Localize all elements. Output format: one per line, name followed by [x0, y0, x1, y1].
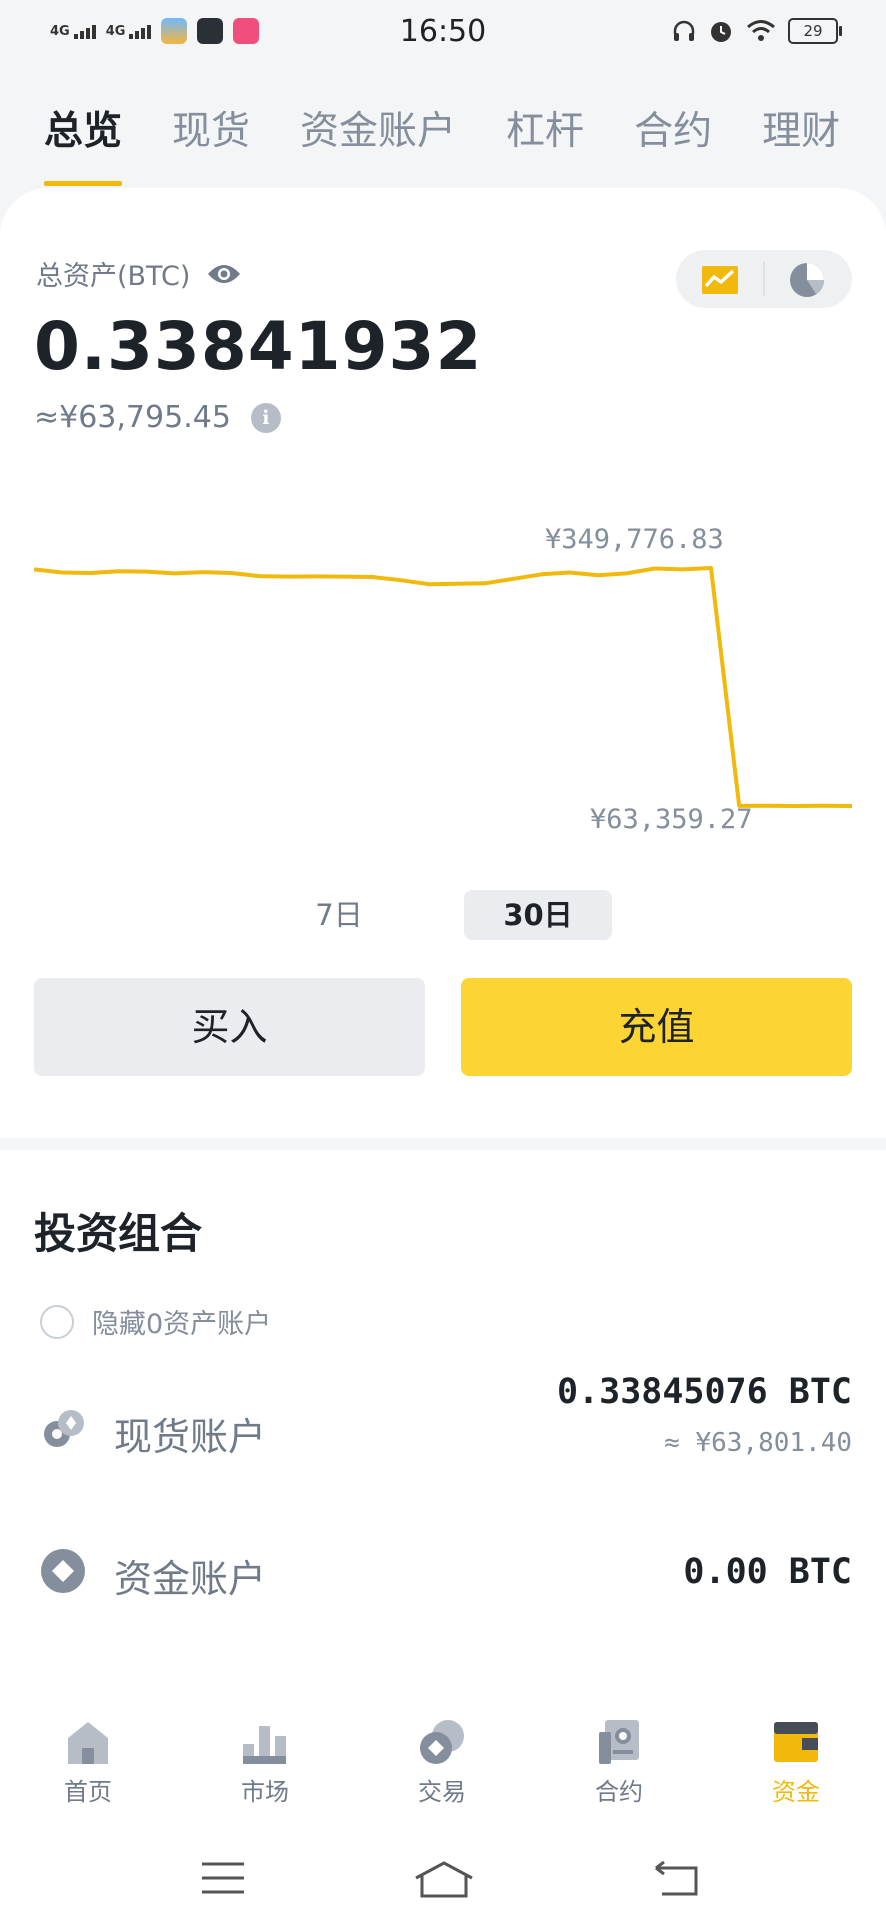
nav-wallet[interactable]: 资金: [736, 1718, 856, 1807]
total-assets-text: 总资产(BTC): [36, 261, 191, 292]
asset-value-line: [33, 566, 853, 808]
alarm-icon: [711, 22, 731, 42]
account-row-funding[interactable]: 资金账户 0.00 BTC: [0, 1530, 886, 1630]
spot-account-icon: [44, 1410, 84, 1447]
total-fiat-value: ≈¥63,795.45 i: [34, 400, 281, 435]
info-icon[interactable]: i: [250, 402, 281, 433]
nav-trade-label: 交易: [418, 1778, 466, 1806]
period-7d-button[interactable]: 7日: [265, 890, 413, 940]
deposit-button[interactable]: 充值: [461, 978, 852, 1076]
total-btc-amount: 0.33841932: [34, 308, 483, 385]
line-chart-icon[interactable]: [700, 264, 740, 296]
nav-market-label: 市场: [241, 1778, 289, 1806]
nav-wallet-label: 资金: [772, 1778, 820, 1806]
home-icon: [68, 1722, 108, 1764]
chart-max-label: ¥349,776.83: [545, 524, 724, 555]
nav-futures[interactable]: 合约: [559, 1718, 679, 1807]
funding-account-icon: [41, 1549, 85, 1593]
futures-icon: [599, 1720, 639, 1764]
funding-account-value: 0.00 BTC: [683, 1552, 852, 1592]
spot-account-fiat: ≈ ¥63,801.40: [664, 1428, 852, 1458]
account-row-spot[interactable]: 现货账户 0.33845076 BTC ≈ ¥63,801.40: [0, 1370, 886, 1490]
tab-spot[interactable]: 现货: [172, 100, 250, 186]
nav-trade[interactable]: 交易: [382, 1718, 502, 1807]
home-system-icon[interactable]: [414, 1860, 474, 1900]
nav-home[interactable]: 首页: [28, 1718, 148, 1807]
portfolio-section: 投资组合 隐藏0资产账户 现货账户 0.33845076 BTC ≈ ¥63,8…: [0, 1150, 886, 1710]
period-30d-button[interactable]: 30日: [464, 890, 612, 940]
market-icon: [243, 1726, 286, 1764]
bottom-navigation: 首页 市场 交易 合约 资金: [0, 1700, 886, 1920]
menu-icon[interactable]: [200, 1860, 246, 1896]
headphone-icon: [673, 20, 695, 41]
overview-card: 总资产(BTC) 0.33841932 ≈¥63,795.45 i ¥349,7…: [0, 188, 886, 1138]
status-bar: 4G 4G 16:50 29: [0, 0, 886, 70]
tab-margin[interactable]: 杠杆: [506, 100, 584, 186]
buy-button[interactable]: 买入: [34, 978, 425, 1076]
spot-account-value: 0.33845076 BTC: [556, 1372, 852, 1412]
nav-home-label: 首页: [64, 1778, 112, 1806]
tab-futures[interactable]: 合约: [634, 100, 712, 186]
hide-zero-radio[interactable]: [40, 1304, 74, 1339]
trade-icon: [420, 1720, 464, 1764]
funding-account-name: 资金账户: [114, 1557, 267, 1601]
portfolio-title: 投资组合: [34, 1209, 203, 1258]
wallet-icon: [774, 1722, 818, 1762]
hide-zero-toggle[interactable]: 隐藏0资产账户: [40, 1302, 271, 1341]
pie-chart-icon[interactable]: [788, 261, 826, 299]
nav-futures-label: 合约: [595, 1778, 643, 1806]
nav-market[interactable]: 市场: [205, 1718, 325, 1807]
tab-earn[interactable]: 理财: [762, 100, 840, 186]
tab-funding-account[interactable]: 资金账户: [300, 100, 456, 186]
tab-overview[interactable]: 总览: [44, 100, 123, 186]
chart-min-label: ¥63,359.27: [590, 804, 753, 835]
status-right: 29: [672, 18, 842, 44]
asset-line-chart: ¥349,776.83 ¥63,359.27: [33, 524, 853, 835]
toggle-divider: [763, 262, 765, 296]
total-fiat-text: ≈¥63,795.45: [34, 400, 231, 435]
battery-icon: 29: [788, 18, 842, 44]
wifi-icon: [747, 20, 775, 41]
total-assets-label: 总资产(BTC): [36, 254, 242, 293]
chart-type-toggle: [676, 250, 852, 308]
top-tabs: 总览 现货 资金账户 杠杆 合约 理财: [44, 100, 886, 186]
spot-account-name: 现货账户: [114, 1415, 267, 1459]
eye-icon[interactable]: [206, 262, 242, 286]
hide-zero-label: 隐藏0资产账户: [92, 1309, 272, 1340]
back-icon[interactable]: [652, 1860, 700, 1896]
